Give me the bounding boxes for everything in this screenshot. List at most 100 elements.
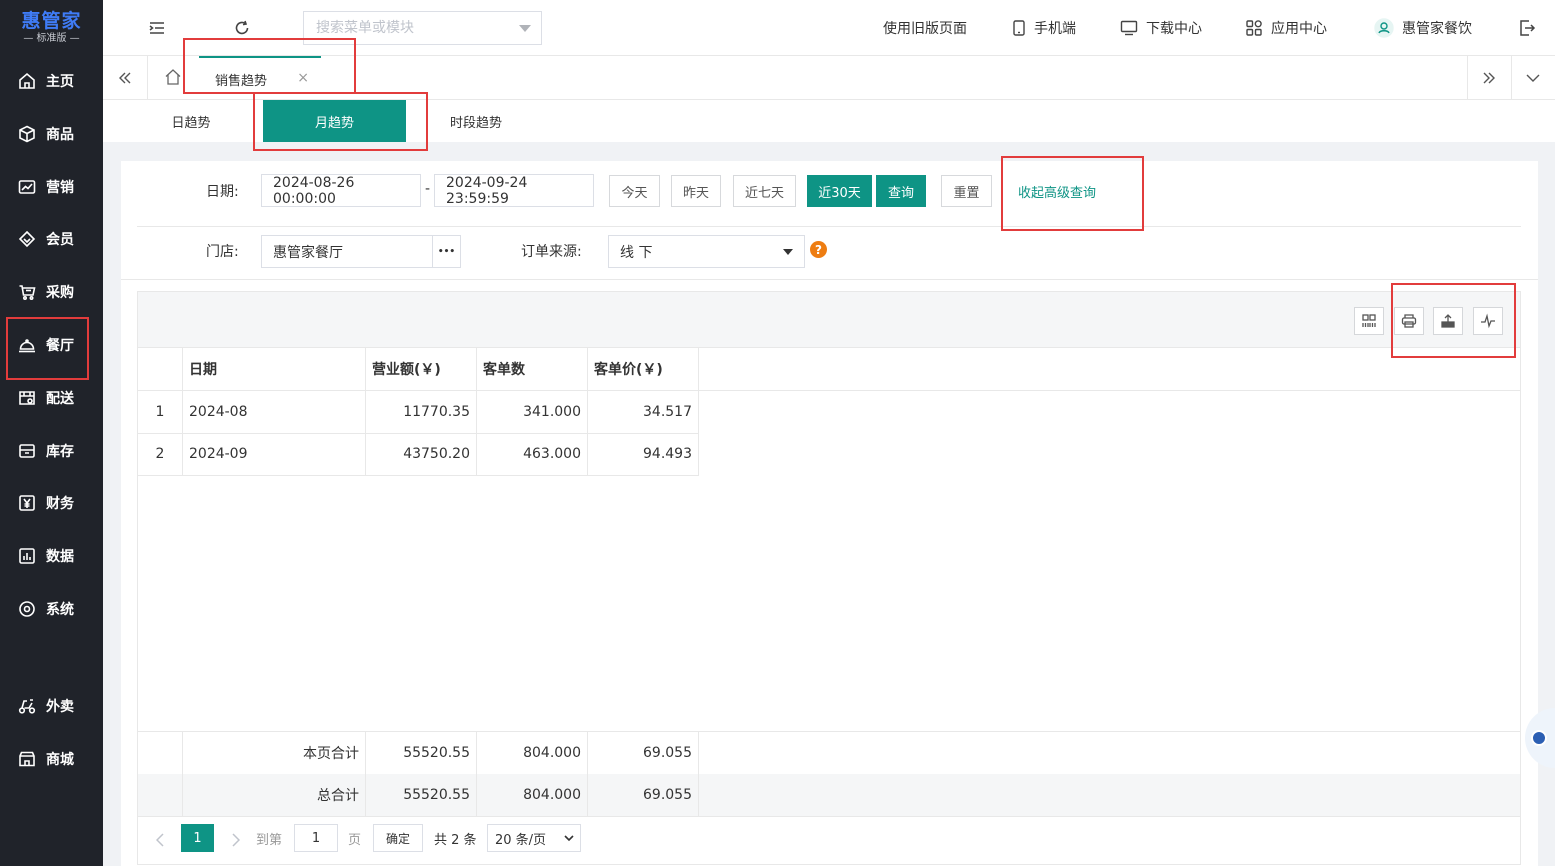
prev-page-icon[interactable] (150, 826, 170, 854)
sidebar-item-label: 餐厅 (46, 338, 74, 354)
chevron-down-icon[interactable] (519, 25, 531, 32)
sidebar-item-label: 系统 (46, 602, 74, 618)
sidebar-item-marketing[interactable]: 营销 (0, 164, 103, 210)
cell-date: 2024-08 (183, 390, 366, 433)
divider (137, 226, 1521, 227)
refresh-icon[interactable] (232, 18, 252, 38)
monitor-icon (1120, 20, 1138, 36)
today-button[interactable]: 今天 (609, 175, 660, 207)
close-icon[interactable]: × (297, 70, 309, 86)
app-center-link[interactable]: 应用中心 (1245, 18, 1327, 38)
cell-revenue: 11770.35 (366, 390, 477, 433)
divider (147, 56, 148, 100)
index-header (138, 348, 183, 390)
main-content: 日期: 2024-08-26 00:00:00 - 2024-09-24 23:… (121, 161, 1538, 866)
user-menu[interactable]: 惠管家餐饮 (1374, 18, 1472, 38)
page-tabs: 销售趋势 × (103, 56, 1555, 100)
page-1-button[interactable]: 1 (181, 824, 214, 852)
page-size-select[interactable]: 20 条/页 (487, 824, 581, 852)
sidebar-item-label: 主页 (46, 74, 74, 90)
inventory-icon (18, 442, 36, 460)
trend-chart-icon[interactable] (1473, 307, 1503, 335)
sidebar-item-purchase[interactable]: 采购 (0, 269, 103, 315)
sidebar-item-data[interactable]: 数据 (0, 533, 103, 579)
logout-icon[interactable] (1517, 18, 1537, 38)
sidebar-item-label: 财务 (46, 496, 74, 512)
order-source-select[interactable]: 线 下 (608, 235, 805, 268)
sidebar-item-mall[interactable]: 商城 (0, 736, 103, 782)
sidebar-item-restaurant[interactable]: 餐厅 (0, 322, 103, 368)
date-start-input[interactable]: 2024-08-26 00:00:00 (261, 174, 421, 207)
tab-hourly-trend[interactable]: 时段趋势 (438, 100, 514, 142)
cell-orders: 341.000 (477, 390, 588, 433)
menu-search[interactable] (303, 11, 542, 45)
yesterday-button[interactable]: 昨天 (671, 175, 721, 207)
table-toolbar (138, 292, 1520, 348)
cell-revenue: 43750.20 (366, 433, 477, 475)
last-7-days-button[interactable]: 近七天 (733, 175, 796, 207)
divider (138, 816, 1520, 817)
goto-page-input[interactable]: 1 (294, 824, 338, 852)
help-icon[interactable]: ? (810, 241, 827, 258)
sidebar-item-delivery[interactable]: 配送 (0, 375, 103, 421)
last-30-days-button[interactable]: 近30天 (807, 175, 872, 207)
print-icon[interactable] (1394, 307, 1424, 335)
confirm-goto-button[interactable]: 确定 (373, 824, 423, 852)
order-source-label: 订单来源: (521, 244, 582, 260)
sidebar-item-inventory[interactable]: 库存 (0, 428, 103, 474)
search-button[interactable]: 查询 (876, 175, 926, 207)
tab-daily-trend[interactable]: 日趋势 (153, 100, 229, 142)
sidebar-item-finance[interactable]: 财务 (0, 480, 103, 526)
double-chevron-left-icon[interactable] (115, 68, 135, 88)
sidebar-item-label: 库存 (46, 444, 74, 460)
cell-orders: 463.000 (477, 433, 588, 475)
menu-fold-icon[interactable] (147, 18, 167, 38)
sidebar-item-label: 商品 (46, 127, 74, 143)
columns-icon[interactable] (1354, 307, 1384, 335)
chart-line-icon (18, 178, 36, 196)
sidebar-item-label: 采购 (46, 285, 74, 301)
sidebar-item-member[interactable]: 会员 (0, 216, 103, 262)
cell-avg-price: 34.517 (588, 390, 699, 433)
store-select[interactable]: 惠管家餐厅 ••• (261, 235, 461, 268)
chevron-down-icon[interactable] (1523, 68, 1543, 88)
download-center-link[interactable]: 下载中心 (1120, 18, 1202, 38)
caret-down-icon (783, 249, 793, 255)
sidebar-item-system[interactable]: 系统 (0, 586, 103, 632)
divider (1467, 56, 1468, 100)
sidebar-item-goods[interactable]: 商品 (0, 111, 103, 157)
sidebar-item-takeaway[interactable]: 外卖 (0, 683, 103, 729)
assistant-eye-icon (1531, 730, 1547, 746)
goto-label: 到第 (256, 832, 283, 848)
divider (121, 279, 1538, 280)
grid-icon (1246, 20, 1262, 36)
next-page-icon[interactable] (226, 826, 246, 854)
page-total-revenue: 55520.55 (366, 732, 477, 774)
total-count: 共 2 条 (434, 832, 477, 848)
cart-icon (18, 283, 36, 301)
tab-monthly-trend[interactable]: 月趋势 (263, 100, 406, 142)
settings-icon (18, 600, 36, 618)
more-icon[interactable]: ••• (432, 236, 460, 267)
tab-sales-trend[interactable]: 销售趋势 × (199, 56, 321, 100)
old-page-link[interactable]: 使用旧版页面 (883, 18, 967, 38)
yuan-icon (18, 494, 36, 512)
home-icon (18, 72, 36, 90)
export-icon[interactable] (1433, 307, 1463, 335)
sidebar-item-home[interactable]: 主页 (0, 58, 103, 104)
data-chart-icon (18, 547, 36, 565)
double-chevron-right-icon[interactable] (1479, 68, 1499, 88)
reset-button[interactable]: 重置 (941, 175, 992, 207)
cell-date: 2024-09 (183, 433, 366, 475)
page-size-value: 20 条/页 (495, 832, 547, 848)
divider (1511, 56, 1512, 100)
date-end-input[interactable]: 2024-09-24 23:59:59 (434, 174, 594, 207)
home-tab-icon[interactable] (163, 67, 183, 87)
sidebar-item-label: 外卖 (46, 699, 74, 715)
user-name: 惠管家餐饮 (1402, 21, 1472, 37)
collapse-advanced-query-link[interactable]: 收起高级查询 (1018, 182, 1096, 201)
search-input[interactable] (304, 12, 504, 44)
divider (138, 475, 699, 476)
row-index: 2 (138, 433, 183, 475)
mobile-link[interactable]: 手机端 (1012, 18, 1076, 38)
